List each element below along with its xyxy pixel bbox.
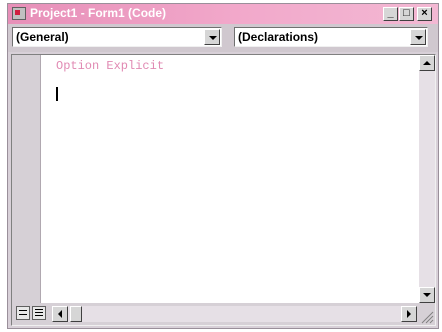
scroll-right-button[interactable] bbox=[401, 306, 417, 322]
procedure-combo-value: (Declarations) bbox=[238, 30, 319, 44]
scroll-left-button[interactable] bbox=[52, 306, 68, 322]
full-module-view-button[interactable] bbox=[32, 306, 46, 320]
resize-grip-icon[interactable] bbox=[418, 308, 434, 324]
object-combo[interactable]: (General) bbox=[12, 27, 222, 47]
close-button[interactable]: × bbox=[417, 7, 432, 21]
procedure-view-button[interactable] bbox=[16, 306, 30, 320]
procedure-view-icon-line bbox=[19, 314, 27, 315]
horizontal-scrollbar[interactable] bbox=[52, 306, 417, 322]
code-area[interactable]: Option Explicit bbox=[42, 55, 420, 303]
horizontal-scroll-thumb[interactable] bbox=[70, 306, 82, 322]
maximize-button[interactable]: □ bbox=[399, 7, 414, 21]
vertical-scrollbar[interactable] bbox=[419, 55, 435, 303]
object-combo-value: (General) bbox=[16, 30, 69, 44]
full-module-view-icon-line bbox=[35, 312, 43, 313]
minimize-button[interactable]: _ bbox=[383, 7, 398, 21]
chevron-down-icon bbox=[209, 36, 217, 40]
scroll-up-button[interactable] bbox=[419, 55, 435, 71]
procedure-combo-dropdown-button[interactable] bbox=[410, 29, 426, 45]
arrow-down-icon bbox=[423, 293, 431, 297]
bottom-bar bbox=[12, 303, 435, 325]
procedure-combo[interactable]: (Declarations) bbox=[234, 27, 428, 47]
procedure-view-icon bbox=[19, 310, 27, 311]
code-editor: Option Explicit bbox=[11, 54, 436, 326]
margin-indicator-bar[interactable] bbox=[12, 55, 41, 303]
scroll-down-button[interactable] bbox=[419, 287, 435, 303]
chevron-down-icon bbox=[415, 36, 423, 40]
title-bar[interactable]: Project1 - Form1 (Code) _ □ × bbox=[8, 4, 438, 24]
app-icon[interactable] bbox=[12, 7, 26, 20]
window-title: Project1 - Form1 (Code) bbox=[30, 6, 167, 20]
object-combo-dropdown-button[interactable] bbox=[204, 29, 220, 45]
full-module-view-icon-line bbox=[35, 315, 43, 316]
code-line: Option Explicit bbox=[56, 59, 165, 73]
arrow-right-icon bbox=[407, 310, 411, 318]
code-window: Project1 - Form1 (Code) _ □ × (General) … bbox=[7, 3, 439, 329]
full-module-view-icon bbox=[35, 309, 43, 310]
text-caret bbox=[56, 87, 58, 101]
arrow-left-icon bbox=[58, 310, 62, 318]
combo-bar: (General) (Declarations) bbox=[8, 24, 438, 52]
arrow-up-icon bbox=[423, 61, 431, 65]
